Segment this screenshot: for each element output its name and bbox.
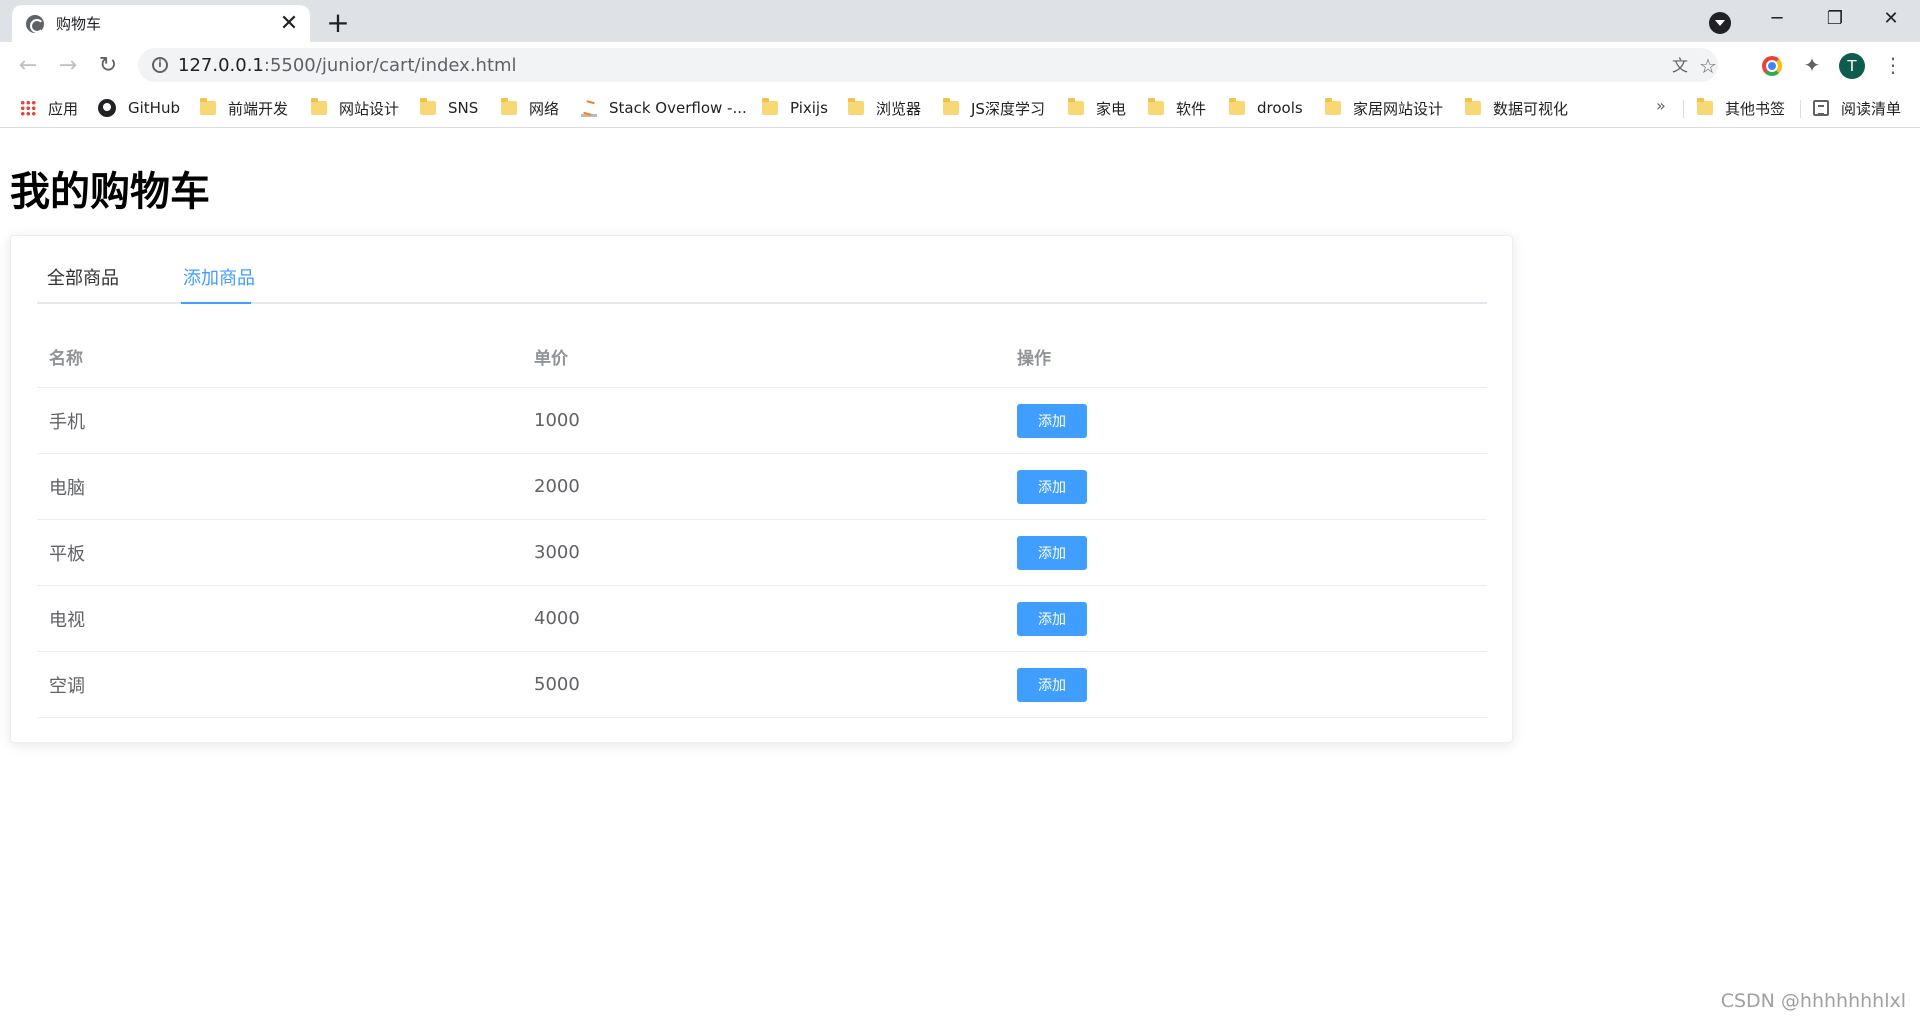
product-name: 电视 <box>49 609 85 631</box>
product-price: 5000 <box>534 674 580 695</box>
add-product-button[interactable]: 添加 <box>1017 667 1087 702</box>
folder-icon <box>1325 98 1341 115</box>
folder-icon <box>1068 98 1084 115</box>
bookmark-folder[interactable]: 家电 <box>1068 96 1126 120</box>
address-bar[interactable]: i 127.0.0.1:5500/junior/cart/index.html … <box>138 48 1718 82</box>
bookmark-folder[interactable]: 网站设计 <box>311 96 399 120</box>
folder-icon <box>762 98 778 115</box>
page-content: 我的购物车 全部商品 添加商品 名称 单价 操作 手机 1000 添加 电脑 2… <box>0 129 1920 1030</box>
folder-icon <box>1697 98 1713 115</box>
close-tab-icon[interactable]: ✕ <box>278 12 300 35</box>
add-product-button[interactable]: 添加 <box>1017 535 1087 570</box>
minimize-button[interactable]: ─ <box>1748 0 1806 38</box>
bookmarks-overflow-button[interactable]: » <box>1656 96 1666 115</box>
active-tab-indicator <box>181 302 251 304</box>
table-header-row: 名称 单价 操作 <box>37 326 1487 388</box>
translate-icon[interactable]: 文 <box>1668 54 1692 78</box>
product-price: 1000 <box>534 410 580 431</box>
page-title: 我的购物车 <box>10 169 210 215</box>
folder-icon <box>848 98 864 115</box>
product-price: 2000 <box>534 476 580 497</box>
cart-card: 全部商品 添加商品 名称 单价 操作 手机 1000 添加 电脑 2000 添加… <box>10 235 1513 743</box>
bookmark-folder[interactable]: 浏览器 <box>848 96 921 120</box>
product-price: 4000 <box>534 608 580 629</box>
puzzle-extensions-icon[interactable]: ✦ <box>1797 50 1827 80</box>
bookmark-github[interactable]: GitHub <box>98 96 180 120</box>
product-name: 平板 <box>49 543 85 565</box>
product-name: 手机 <box>49 411 85 433</box>
browser-tab-strip: 购物车 ✕ + ─ ❐ ✕ <box>0 0 1920 42</box>
product-name: 空调 <box>49 675 85 697</box>
tab-add-product[interactable]: 添加商品 <box>183 260 255 304</box>
table-row: 空调 5000 添加 <box>37 652 1487 718</box>
restore-button[interactable]: ❐ <box>1806 0 1864 38</box>
apps-icon <box>20 100 36 116</box>
bookmark-folder[interactable]: 软件 <box>1148 96 1206 120</box>
add-product-button[interactable]: 添加 <box>1017 403 1087 438</box>
menu-kebab-icon[interactable]: ⋮ <box>1878 50 1908 80</box>
table-row: 手机 1000 添加 <box>37 388 1487 454</box>
bookmark-folder[interactable]: 前端开发 <box>200 96 288 120</box>
folder-icon <box>501 98 517 115</box>
folder-icon <box>311 98 327 115</box>
folder-icon <box>1229 98 1245 115</box>
folder-icon <box>420 98 436 115</box>
tab-all-products[interactable]: 全部商品 <box>47 260 119 304</box>
bookmark-divider <box>1683 100 1684 118</box>
table-row: 平板 3000 添加 <box>37 520 1487 586</box>
browser-tab[interactable]: 购物车 ✕ <box>12 5 310 42</box>
column-header-action: 操作 <box>1017 349 1051 369</box>
github-icon <box>98 99 116 117</box>
bookmark-folder[interactable]: 网络 <box>501 96 559 120</box>
close-window-button[interactable]: ✕ <box>1862 0 1920 38</box>
table-row: 电脑 2000 添加 <box>37 454 1487 520</box>
bookmark-folder[interactable]: 数据可视化 <box>1465 96 1568 120</box>
bookmark-folder[interactable]: drools <box>1229 96 1303 120</box>
bookmarks-bar: 应用 GitHub 前端开发 网站设计 SNS 网络 Stack Overflo… <box>0 88 1920 128</box>
profile-avatar[interactable]: T <box>1839 53 1865 79</box>
add-product-button[interactable]: 添加 <box>1017 601 1087 636</box>
folder-icon <box>943 98 959 115</box>
reading-list-icon <box>1813 100 1829 116</box>
table-row: 电视 4000 添加 <box>37 586 1487 652</box>
site-info-icon[interactable]: i <box>152 57 168 73</box>
stackoverflow-icon <box>581 99 597 117</box>
bookmark-divider <box>1800 100 1801 118</box>
tab-search-icon[interactable] <box>1709 12 1731 34</box>
url-text[interactable]: 127.0.0.1:5500/junior/cart/index.html <box>178 55 517 76</box>
bookmark-folder[interactable]: SNS <box>420 96 478 120</box>
product-price: 3000 <box>534 542 580 563</box>
folder-icon <box>200 98 216 115</box>
star-icon[interactable]: ☆ <box>1696 54 1720 78</box>
column-header-name: 名称 <box>49 349 83 369</box>
bookmark-stackoverflow[interactable]: Stack Overflow -... <box>581 96 747 120</box>
globe-icon <box>26 14 44 33</box>
browser-tab-title: 购物车 <box>56 15 102 33</box>
browser-toolbar: ← → ↻ i 127.0.0.1:5500/junior/cart/index… <box>0 42 1920 88</box>
product-tabs: 全部商品 添加商品 <box>37 260 1487 304</box>
other-bookmarks[interactable]: 其他书签 <box>1697 96 1785 120</box>
back-arrow-icon[interactable]: ← <box>12 50 44 82</box>
reading-list[interactable]: 阅读清单 <box>1813 96 1901 120</box>
product-table: 名称 单价 操作 手机 1000 添加 电脑 2000 添加 平板 3000 添… <box>37 326 1487 718</box>
bookmark-folder[interactable]: 家居网站设计 <box>1325 96 1443 120</box>
bookmark-folder[interactable]: Pixijs <box>762 96 828 120</box>
reload-icon[interactable]: ↻ <box>92 50 124 82</box>
product-name: 电脑 <box>49 477 85 499</box>
new-tab-button[interactable]: + <box>322 8 354 40</box>
bookmark-folder[interactable]: JS深度学习 <box>943 96 1045 120</box>
column-header-price: 单价 <box>534 349 568 369</box>
watermark-text: CSDN @hhhhhhhlxl <box>1720 990 1906 1012</box>
chrome-extension-icon[interactable] <box>1762 56 1782 76</box>
folder-icon <box>1148 98 1164 115</box>
forward-arrow-icon[interactable]: → <box>52 50 84 82</box>
bookmark-apps[interactable]: 应用 <box>20 96 78 120</box>
add-product-button[interactable]: 添加 <box>1017 469 1087 504</box>
folder-icon <box>1465 98 1481 115</box>
